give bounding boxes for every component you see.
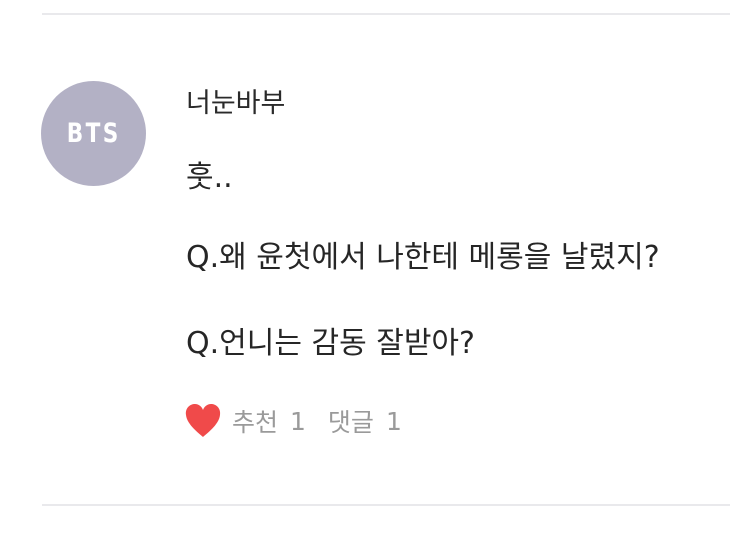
heart-icon <box>185 404 221 437</box>
like-label: 추천 <box>232 408 279 437</box>
divider <box>42 13 730 15</box>
like-button[interactable]: 추천 1 <box>184 403 306 439</box>
reply-count: 1 <box>385 406 402 436</box>
avatar[interactable]: BTS <box>41 81 146 186</box>
divider <box>42 504 730 506</box>
comment-text-line: Q.왜 윤첫에서 나한테 메롱을 날렸지? <box>186 240 660 275</box>
comment-text-line: Q.언니는 감동 잘받아? <box>186 326 475 361</box>
comment-card: BTS 너눈바부 훗.. Q.왜 윤첫에서 나한테 메롱을 날렸지? Q.언니는… <box>0 0 730 547</box>
avatar-label: BTS <box>66 118 121 149</box>
reply-label: 댓글 <box>327 408 374 437</box>
reply-button[interactable]: 댓글 1 <box>328 403 402 439</box>
comment-actions: 추천 1 댓글 1 <box>184 401 402 441</box>
like-count: 1 <box>290 406 306 436</box>
username[interactable]: 너눈바부 <box>186 86 285 122</box>
comment-text-line: 훗.. <box>186 160 233 195</box>
